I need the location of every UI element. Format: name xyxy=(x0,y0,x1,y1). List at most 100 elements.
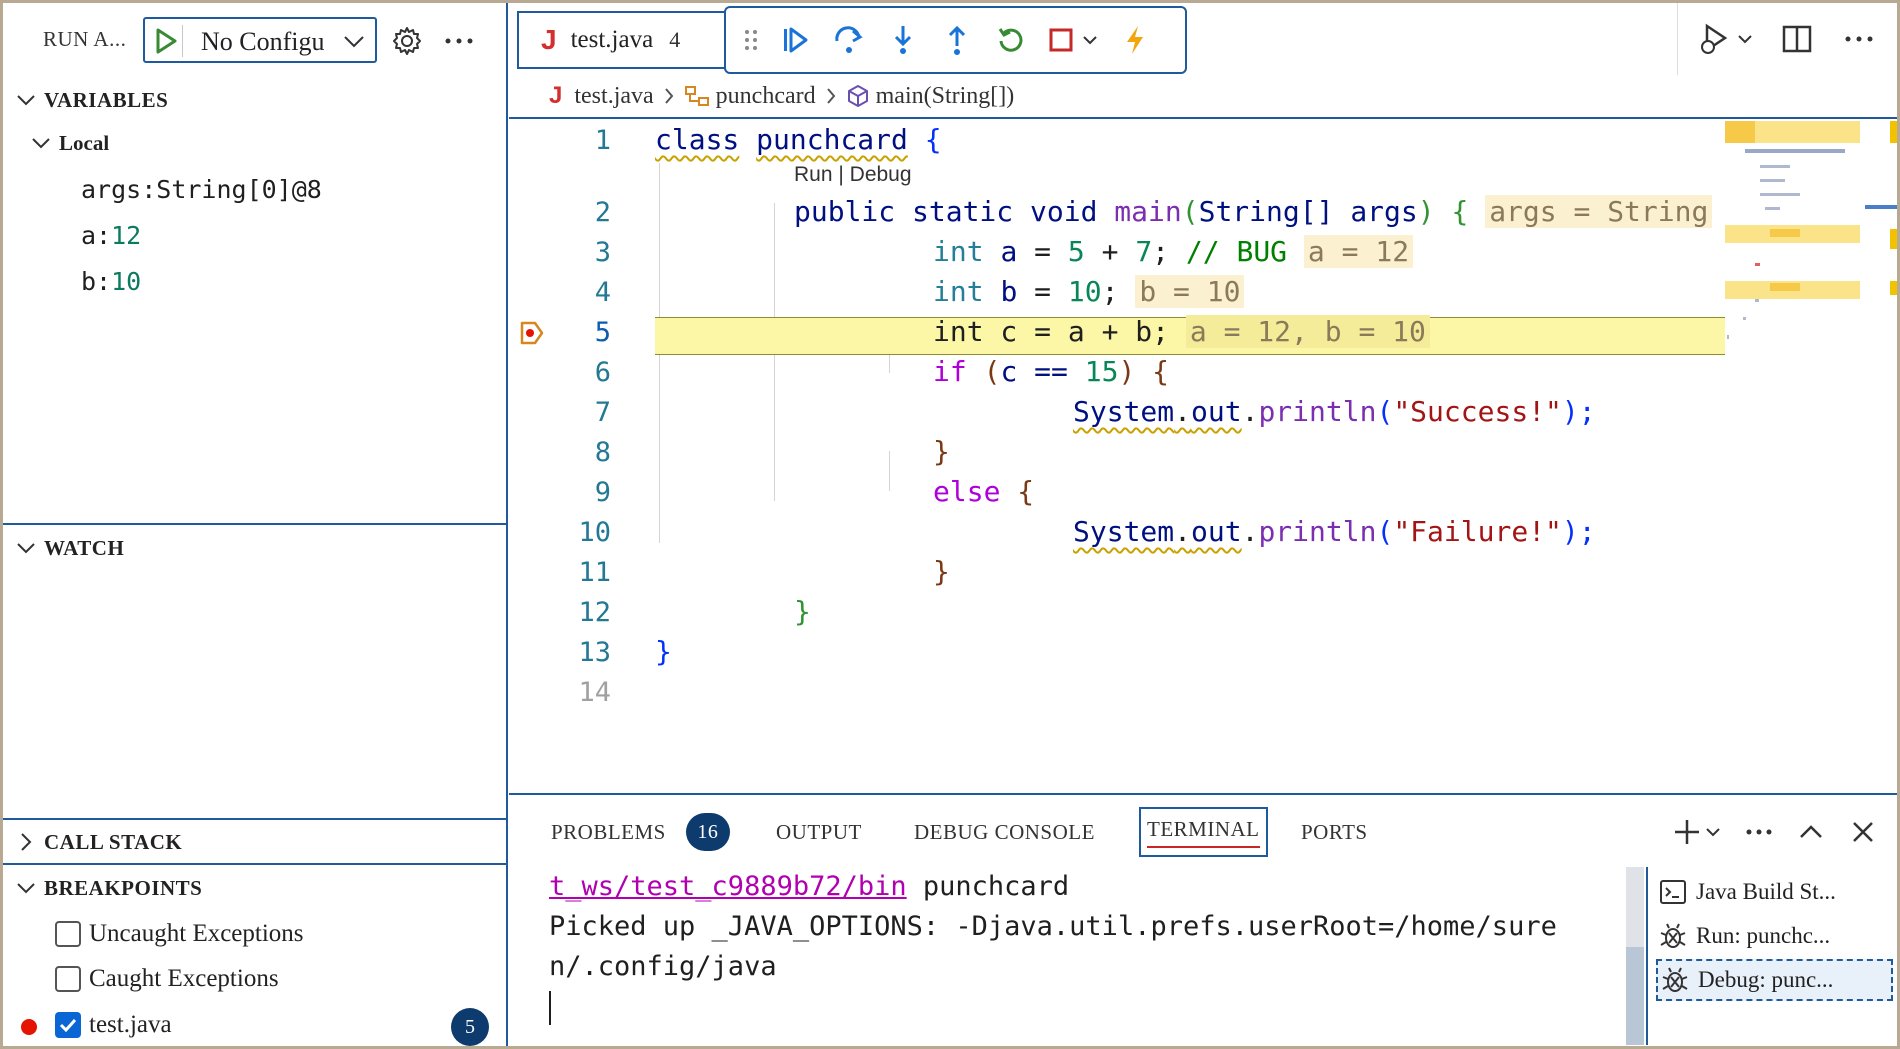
chevron-down-icon xyxy=(1738,35,1752,44)
code-line-2[interactable]: 2 public static void main(String[] args)… xyxy=(509,193,1725,233)
breadcrumb-file[interactable]: test.java xyxy=(574,83,653,110)
codelens-run-debug[interactable]: Run | Debug xyxy=(794,163,912,187)
code-line-12[interactable]: 12 } xyxy=(509,593,1725,633)
watch-section-header[interactable]: WATCH xyxy=(3,528,508,568)
breadcrumb-method[interactable]: main(String[]) xyxy=(876,83,1015,110)
open-launch-json-button[interactable] xyxy=(387,21,427,61)
tab-label: test.java xyxy=(570,26,654,53)
tab-terminal[interactable]: TERMINAL xyxy=(1139,807,1268,857)
breadcrumb: J test.java punchcard main(String[]) xyxy=(509,75,1897,119)
ellipsis-icon xyxy=(445,38,473,44)
tab-ports[interactable]: PORTS xyxy=(1301,807,1368,857)
new-terminal-button[interactable] xyxy=(1665,810,1729,854)
step-out-button[interactable] xyxy=(930,13,984,67)
terminal-line: Picked up _JAVA_OPTIONS: -Djava.util.pre… xyxy=(549,911,1557,942)
step-out-icon xyxy=(948,25,966,55)
watch-title: WATCH xyxy=(44,535,125,560)
run-and-debug-title: RUN A... xyxy=(43,27,127,51)
close-panel-button[interactable] xyxy=(1841,810,1885,854)
editor-more-actions-button[interactable] xyxy=(1833,13,1885,65)
terminal-line: n/.config/java xyxy=(549,951,777,982)
code-line-3[interactable]: 3 int a = 5 + 7; // BUG a = 12 xyxy=(509,233,1725,273)
restart-button[interactable] xyxy=(984,13,1038,67)
java-file-icon: J xyxy=(541,24,557,55)
minimap[interactable] xyxy=(1725,121,1897,793)
terminal-item-java-build[interactable]: Java Build St... xyxy=(1656,871,1893,913)
variable-row-a[interactable]: a: 12 xyxy=(81,215,141,255)
code-line-6[interactable]: 6 if (c == 15) { xyxy=(509,353,1725,393)
line-number: 9 xyxy=(594,477,611,508)
tab-debug-console[interactable]: DEBUG CONSOLE xyxy=(914,807,1095,857)
terminal-scrollbar-thumb[interactable] xyxy=(1626,947,1644,1045)
play-icon xyxy=(156,28,176,54)
inline-value: args = String xyxy=(1485,195,1713,228)
chevron-down-icon[interactable] xyxy=(339,27,369,57)
hot-code-replace-button[interactable] xyxy=(1108,13,1162,67)
split-editor-button[interactable] xyxy=(1771,13,1823,65)
variable-name: a: xyxy=(81,220,112,250)
terminal-item-run[interactable]: Run: punchc... xyxy=(1656,915,1893,957)
code-line-13[interactable]: 13 } xyxy=(509,633,1725,673)
terminal-output[interactable]: t_ws/test_c9889b72/bin punchcard Picked … xyxy=(509,867,1644,1045)
minimap-render xyxy=(1725,121,1897,339)
plus-icon xyxy=(1675,820,1699,844)
ellipsis-icon xyxy=(1845,36,1873,42)
breakpoint-dot-icon xyxy=(21,1019,37,1035)
code-line-4[interactable]: 4 int b = 10; b = 10 xyxy=(509,273,1725,313)
more-actions-button[interactable] xyxy=(439,21,479,61)
run-debug-menu-button[interactable] xyxy=(1691,13,1761,65)
variables-section-header[interactable]: VARIABLES xyxy=(3,80,508,120)
code-line-9[interactable]: 9 else { xyxy=(509,473,1725,513)
maximize-panel-button[interactable] xyxy=(1789,810,1833,854)
terminal-path-link[interactable]: t_ws/test_c9889b72/bin xyxy=(549,871,907,902)
step-into-icon xyxy=(894,26,912,54)
code-line-10[interactable]: 10 System.out.println("Failure!"); xyxy=(509,513,1725,553)
split-editor-icon xyxy=(1782,25,1812,53)
tab-output[interactable]: OUTPUT xyxy=(776,807,862,857)
continue-button[interactable] xyxy=(768,13,822,67)
tab-label: PORTS xyxy=(1301,819,1368,844)
editor-actions xyxy=(1677,3,1897,75)
stop-button[interactable] xyxy=(1038,13,1108,67)
terminal-item-label: Java Build St... xyxy=(1696,879,1836,904)
step-into-button[interactable] xyxy=(876,13,930,67)
call-stack-section-header[interactable]: CALL STACK xyxy=(3,822,508,862)
code-line-8[interactable]: 8 } xyxy=(509,433,1725,473)
breakpoint-file-test-java[interactable]: test.java xyxy=(55,1004,172,1046)
code-text: int c = a + b; a = 12, b = 10 xyxy=(933,315,1430,348)
caught-exceptions-checkbox[interactable] xyxy=(55,966,81,992)
code-line-14[interactable]: 14 xyxy=(509,673,1725,713)
code-text: else { xyxy=(933,475,1035,508)
variable-value: 10 xyxy=(111,266,142,296)
terminal-item-debug[interactable]: Debug: punc... xyxy=(1656,959,1893,1001)
code-line-11[interactable]: 11 } xyxy=(509,553,1725,593)
uncaught-exceptions-checkbox[interactable] xyxy=(55,921,81,947)
step-over-icon xyxy=(835,26,863,53)
start-debugging-button[interactable] xyxy=(149,25,183,57)
gear-icon xyxy=(393,27,421,55)
variable-row-b[interactable]: b: 10 xyxy=(81,261,141,301)
variable-row-args[interactable]: args: String[0]@8 xyxy=(81,169,322,209)
code-line-1[interactable]: 1 class punchcard { xyxy=(509,121,1725,161)
variables-title: VARIABLES xyxy=(44,87,169,112)
breakpoints-section-header[interactable]: BREAKPOINTS xyxy=(3,868,508,908)
code-text: } xyxy=(933,555,950,588)
breadcrumb-class[interactable]: punchcard xyxy=(716,83,816,110)
panel-more-actions-button[interactable] xyxy=(1737,810,1781,854)
launch-configuration-dropdown[interactable]: No Configu xyxy=(143,17,377,63)
line-number: 13 xyxy=(578,637,611,668)
drag-handle-icon[interactable] xyxy=(734,13,768,67)
terminal-item-label: Run: punchc... xyxy=(1696,923,1831,948)
ellipsis-icon xyxy=(1746,829,1772,835)
code-line-5[interactable]: 5 int c = a + b; a = 12, b = 10 xyxy=(509,313,1725,353)
breakpoint-uncaught-exceptions[interactable]: Uncaught Exceptions xyxy=(55,913,304,955)
tab-problems[interactable]: PROBLEMS 16 xyxy=(551,807,730,857)
code-editor[interactable]: 1 class punchcard { Run | Debug 2 public… xyxy=(509,121,1897,793)
breakpoint-caught-exceptions[interactable]: Caught Exceptions xyxy=(55,958,279,1000)
chevron-right-icon xyxy=(826,87,836,105)
step-over-button[interactable] xyxy=(822,13,876,67)
tab-test-java[interactable]: J test.java 4 xyxy=(517,11,737,69)
test-java-breakpoint-checkbox[interactable] xyxy=(55,1012,81,1038)
code-line-7[interactable]: 7 System.out.println("Success!"); xyxy=(509,393,1725,433)
local-scope-row[interactable]: Local xyxy=(31,125,109,161)
